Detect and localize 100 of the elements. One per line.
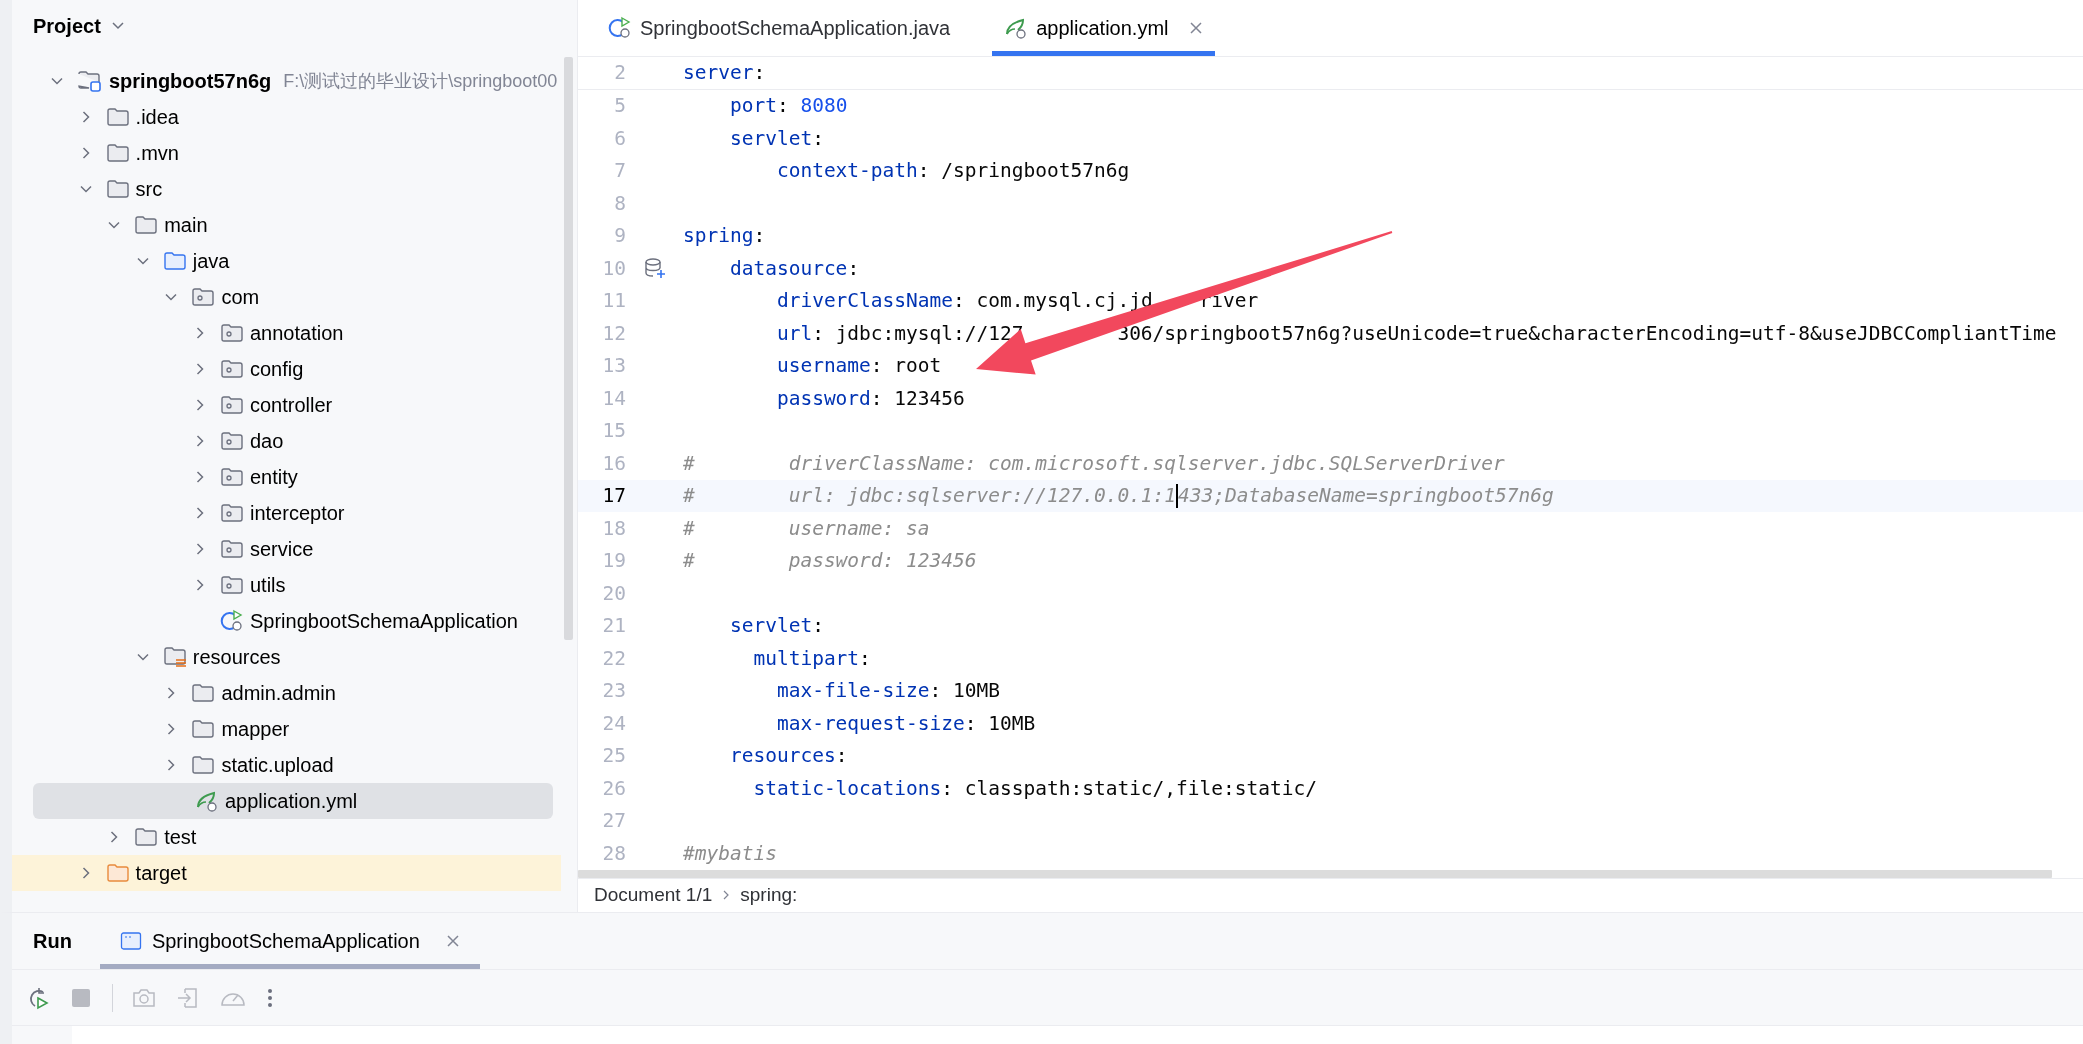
scrollbar[interactable] xyxy=(564,57,573,640)
code-line: #mybatis xyxy=(683,841,777,865)
item-label: resources xyxy=(192,645,281,669)
package-folder-icon xyxy=(220,575,244,595)
panel-title: Run xyxy=(33,928,72,954)
code-line: server: xyxy=(683,61,766,85)
resources-folder-icon xyxy=(162,646,187,668)
package-folder-icon xyxy=(220,359,244,379)
line-number: 27 xyxy=(601,809,626,833)
tree-item[interactable]: interceptor xyxy=(12,495,561,531)
tree-item[interactable]: config xyxy=(12,351,561,387)
class-icon xyxy=(220,609,244,633)
code-line: max-request-size: 10MB xyxy=(775,711,1036,735)
package-folder-icon xyxy=(191,287,216,307)
code-line: resources: xyxy=(728,744,848,768)
package-folder-icon xyxy=(220,395,244,415)
item-label: interceptor xyxy=(250,501,345,525)
code-line: servlet: xyxy=(728,126,824,150)
close-icon[interactable] xyxy=(1188,21,1203,35)
code-line: # username: sa xyxy=(683,516,930,540)
breadcrumb-item[interactable]: spring: xyxy=(740,884,798,907)
package-folder-icon xyxy=(220,503,244,523)
item-label: entity xyxy=(250,465,298,489)
line-number: 23 xyxy=(601,679,626,703)
item-label: service xyxy=(250,537,314,561)
tree-item[interactable]: resources xyxy=(12,639,561,675)
folder-icon xyxy=(105,107,130,127)
line-number: 24 xyxy=(601,711,626,735)
tree-item[interactable]: .idea xyxy=(12,99,561,135)
tree-item[interactable]: service xyxy=(12,531,561,567)
item-label: src xyxy=(135,177,163,201)
editor-tab[interactable]: application.yml xyxy=(992,0,1215,56)
code-line: servlet: xyxy=(728,614,824,638)
close-icon[interactable] xyxy=(445,934,460,948)
line-number: 13 xyxy=(601,354,626,378)
panel-title[interactable]: Project xyxy=(33,14,101,38)
line-number: 26 xyxy=(601,776,626,800)
code-line: static-locations: classpath:static/,file:static/ xyxy=(752,776,1317,800)
line-number: 17 xyxy=(601,484,626,508)
code-line: context-path: /springboot57n6g xyxy=(775,159,1130,183)
code-line: max-file-size: 10MB xyxy=(775,679,1000,703)
tree-item[interactable]: entity xyxy=(12,459,561,495)
item-label: application.yml xyxy=(225,789,358,813)
line-number: 6 xyxy=(613,126,626,150)
tree-item[interactable]: target xyxy=(12,855,561,891)
item-label: controller xyxy=(250,393,333,417)
package-folder-icon xyxy=(220,467,244,487)
project-path: F:\测试过的毕业设计\springboot00 xyxy=(283,70,558,93)
line-number: 5 xyxy=(613,94,626,118)
tree-item[interactable]: src xyxy=(12,171,561,207)
folder-icon xyxy=(191,683,216,703)
item-label: annotation xyxy=(250,321,344,345)
breadcrumb-item[interactable]: Document 1/1 xyxy=(594,884,713,907)
item-label: utils xyxy=(250,573,286,597)
chevron-right-icon xyxy=(722,889,731,902)
tree-item[interactable]: java xyxy=(12,243,561,279)
line-number: 14 xyxy=(601,386,626,410)
tree-item[interactable]: mapper xyxy=(12,711,561,747)
code-line: # url: jdbc:sqlserver://127.0.0.1:1 433;DatabaseName=springboot57n6g xyxy=(683,483,1554,508)
code-line: # password: 123456 xyxy=(683,549,977,573)
tree-item[interactable]: main xyxy=(12,207,561,243)
code-line: # driverClassName: com.microsoft.sqlserver.jdbc.SQLServerDriver xyxy=(683,451,1505,475)
tree-item[interactable]: springboot57n6g F:\测试过的毕业设计\springboot00 xyxy=(12,63,561,99)
code-line: username: root xyxy=(775,354,942,378)
tree-item[interactable]: annotation xyxy=(12,315,561,351)
folder-icon xyxy=(134,827,159,847)
chevron-down-icon[interactable] xyxy=(110,21,125,31)
line-number: 10 xyxy=(601,256,626,280)
line-number: 15 xyxy=(601,419,626,443)
tree-item[interactable]: admin.admin xyxy=(12,675,561,711)
tree-item[interactable]: dao xyxy=(12,423,561,459)
folder-icon xyxy=(105,863,130,883)
tree-item[interactable]: com xyxy=(12,279,561,315)
database-icon[interactable] xyxy=(643,257,666,280)
tree-item[interactable]: test xyxy=(12,819,561,855)
folder-icon xyxy=(162,251,187,271)
item-label: config xyxy=(250,357,304,381)
item-label: java xyxy=(192,249,230,273)
tree-item[interactable]: utils xyxy=(12,567,561,603)
line-number: 16 xyxy=(601,451,626,475)
code-line: multipart: xyxy=(752,646,871,670)
tree-item[interactable]: .mvn xyxy=(12,135,561,171)
line-number: 8 xyxy=(613,191,626,215)
run-tab[interactable]: SpringbootSchemaApplication xyxy=(99,913,480,969)
line-number: 12 xyxy=(601,321,626,345)
tree-item[interactable]: static.upload xyxy=(12,747,561,783)
line-number: 19 xyxy=(601,549,626,573)
folder-icon xyxy=(191,755,216,775)
tree-item[interactable]: controller xyxy=(12,387,561,423)
item-label: springboot57n6g xyxy=(109,69,272,93)
folder-icon xyxy=(105,179,130,199)
scrollbar[interactable] xyxy=(578,869,2052,878)
tree-item[interactable]: application.yml xyxy=(33,783,553,819)
tree-item[interactable]: SpringbootSchemaApplication xyxy=(12,603,561,639)
line-number: 28 xyxy=(601,841,626,865)
line-number: 18 xyxy=(601,516,626,540)
editor-tab[interactable]: SpringbootSchemaApplication.java xyxy=(596,0,963,56)
code-line: password: 123456 xyxy=(775,386,965,410)
code-line: spring: xyxy=(683,224,766,248)
folder-icon xyxy=(134,215,159,235)
